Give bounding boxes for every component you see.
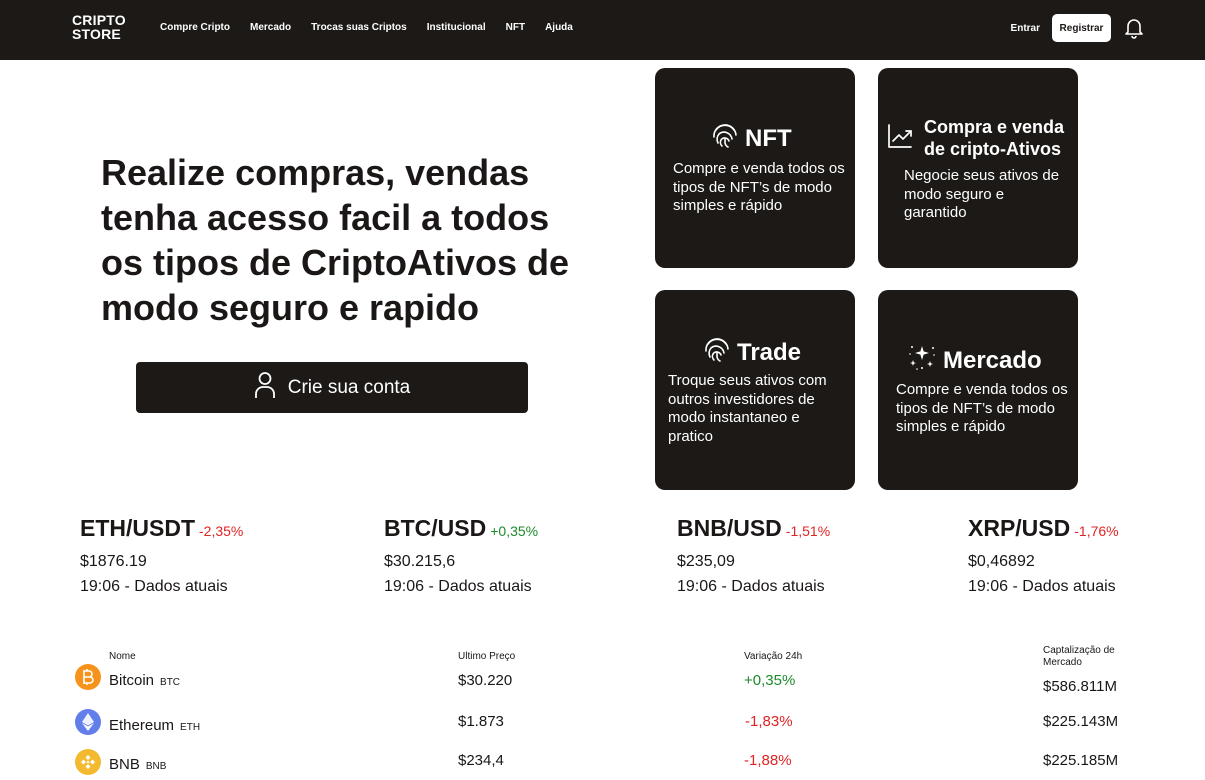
coin-change: -1,88% bbox=[744, 752, 792, 769]
card-mercado-title: Mercado bbox=[943, 346, 1042, 374]
nav-institucional[interactable]: Institucional bbox=[427, 22, 486, 33]
ticker-time: 19:06 - Dados atuais bbox=[384, 578, 532, 595]
coin-price: $1.873 bbox=[458, 713, 504, 730]
logo[interactable]: CRIPTO STORE bbox=[72, 13, 126, 41]
ticker-eth[interactable]: ETH/USDT -2,35% $1876.19 19:06 - Dados at… bbox=[80, 515, 243, 596]
card-mercado[interactable]: Mercado Compre e venda todos os tipos de… bbox=[878, 290, 1078, 490]
coin-change: -1,83% bbox=[745, 713, 793, 730]
ticker-change: -1,51% bbox=[785, 523, 831, 539]
nav-actions: Entrar Registrar bbox=[1011, 14, 1145, 42]
bitcoin-icon bbox=[75, 664, 101, 690]
ticker-time: 19:06 - Dados atuais bbox=[677, 578, 825, 595]
hero-title: Realize compras, vendas tenha acesso fac… bbox=[101, 152, 570, 328]
col-header-name: Nome bbox=[109, 651, 136, 662]
ticker-time: 19:06 - Dados atuais bbox=[968, 578, 1116, 595]
chart-line-icon bbox=[886, 122, 914, 155]
table-row-name[interactable]: Bitcoin BTC bbox=[109, 672, 180, 689]
table-row-name[interactable]: Ethereum ETH bbox=[109, 717, 200, 734]
col-header-price: Ultimo Preço bbox=[458, 651, 516, 662]
card-trade-desc: Troque seus ativos com outros investidor… bbox=[668, 372, 827, 445]
ticker-change: +0,35% bbox=[490, 523, 539, 539]
user-icon bbox=[254, 371, 276, 405]
bnb-icon bbox=[75, 749, 101, 775]
coin-change: +0,35% bbox=[744, 672, 796, 689]
ethereum-icon bbox=[75, 709, 101, 735]
ticker-pair: BTC/USD bbox=[384, 515, 487, 541]
ticker-price: $235,09 bbox=[677, 553, 735, 570]
coin-symbol: ETH bbox=[180, 722, 201, 733]
register-button[interactable]: Registrar bbox=[1052, 14, 1111, 42]
nav-nft[interactable]: NFT bbox=[506, 22, 525, 33]
ticker-change: -1,76% bbox=[1074, 523, 1119, 539]
ticker-price: $0,46892 bbox=[968, 553, 1035, 570]
col-header-change: Variação 24h bbox=[744, 651, 803, 662]
card-compra-venda-desc: Negocie seus ativos de modo seguro e gar… bbox=[904, 167, 1060, 221]
coin-price: $30.220 bbox=[458, 672, 513, 689]
card-compra-venda-title: Compra e venda de cripto-Ativos bbox=[924, 117, 1065, 159]
nav-mercado[interactable]: Mercado bbox=[250, 22, 291, 33]
ticker-xrp[interactable]: XRP/USD -1,76% $0,46892 19:06 - Dados atu… bbox=[968, 515, 1119, 596]
ticker-price: $30.215,6 bbox=[384, 553, 456, 570]
card-compra-venda[interactable]: Compra e venda de cripto-Ativos Negocie … bbox=[878, 68, 1078, 268]
coin-symbol: BNB bbox=[145, 761, 167, 772]
coin-name: BNB bbox=[109, 756, 140, 773]
card-trade-header: Trade bbox=[703, 335, 801, 370]
logo-line-1: CRIPTO bbox=[72, 12, 126, 28]
nav-ajuda[interactable]: Ajuda bbox=[545, 22, 573, 33]
coin-cap: $225.143M bbox=[1043, 713, 1119, 730]
card-nft[interactable]: NFT Compre e venda todos os tipos de NFT… bbox=[655, 68, 855, 268]
card-mercado-header: Mercado bbox=[907, 342, 1042, 379]
coin-price: $234,4 bbox=[458, 752, 504, 769]
coin-cap: $225.185M bbox=[1043, 752, 1119, 769]
card-nft-desc: Compre e venda todos os tipos de NFT’s d… bbox=[673, 160, 845, 214]
ticker-pair: BNB/USD bbox=[677, 515, 782, 541]
ticker-time: 19:06 - Dados atuais bbox=[80, 578, 228, 595]
ticker-price: $1876.19 bbox=[80, 553, 147, 570]
ticker-btc[interactable]: BTC/USD +0,35% $30.215,6 19:06 - Dados at… bbox=[384, 515, 538, 596]
nav-trocas[interactable]: Trocas suas Criptos bbox=[311, 22, 407, 33]
card-trade-title: Trade bbox=[737, 338, 802, 366]
ticker-change: -2,35% bbox=[199, 523, 244, 539]
top-navbar: CRIPTO STORE Compre Cripto Mercado Troca… bbox=[0, 0, 1205, 60]
bell-icon[interactable] bbox=[1123, 17, 1145, 39]
sparkles-icon bbox=[907, 342, 937, 379]
ticker-pair: XRP/USD bbox=[968, 515, 1071, 541]
create-account-label: Crie sua conta bbox=[287, 376, 411, 398]
col-header-cap: Captalização de Mercado bbox=[1043, 645, 1115, 668]
login-link[interactable]: Entrar bbox=[1011, 23, 1040, 34]
card-mercado-desc: Compre e venda todos os tipos de NFT’s d… bbox=[896, 381, 1068, 435]
card-nft-header: NFT bbox=[711, 121, 792, 156]
create-account-button[interactable]: Crie sua conta bbox=[136, 362, 528, 413]
card-nft-title: NFT bbox=[745, 124, 792, 152]
fingerprint-icon bbox=[711, 121, 739, 156]
fingerprint-icon bbox=[703, 335, 731, 370]
card-trade[interactable]: Trade Troque seus ativos com outros inve… bbox=[655, 290, 855, 490]
coin-name: Ethereum bbox=[109, 717, 175, 734]
coin-symbol: BTC bbox=[160, 677, 181, 688]
coin-name: Bitcoin bbox=[109, 672, 155, 689]
main-nav: Compre Cripto Mercado Trocas suas Cripto… bbox=[160, 22, 593, 33]
logo-line-2: STORE bbox=[72, 26, 121, 42]
table-row-name[interactable]: BNB BNB bbox=[109, 756, 166, 773]
nav-compre-cripto[interactable]: Compre Cripto bbox=[160, 22, 230, 33]
ticker-bnb[interactable]: BNB/USD -1,51% $235,09 19:06 - Dados atua… bbox=[677, 515, 830, 596]
coin-cap: $586.811M bbox=[1043, 678, 1117, 695]
ticker-pair: ETH/USDT bbox=[80, 515, 195, 541]
